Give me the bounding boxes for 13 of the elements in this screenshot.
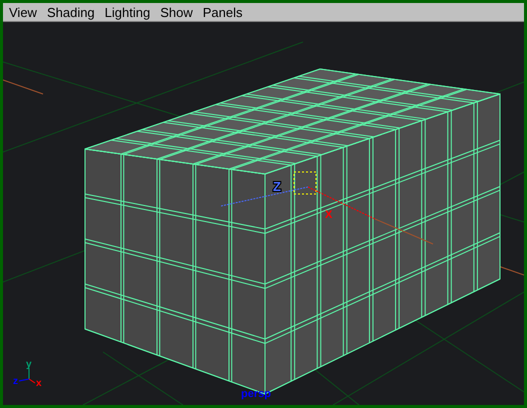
menu-item[interactable]: Lighting	[104, 6, 150, 18]
axis-label: y	[26, 359, 32, 370]
camera-label: persp	[241, 388, 271, 400]
manipulator-axis-label: X	[325, 209, 332, 221]
ground-axis-line	[3, 80, 44, 94]
axis-label: x	[36, 378, 42, 389]
menu-item[interactable]: Show	[160, 6, 193, 18]
axis-gizmo-icon	[18, 368, 36, 384]
menu-item[interactable]: Shading	[46, 6, 95, 18]
menu-item[interactable]: View	[9, 6, 37, 18]
axis-label: z	[13, 376, 18, 387]
manipulator-axis-label: Z	[273, 179, 281, 194]
menu-item[interactable]: Panels	[202, 6, 242, 18]
